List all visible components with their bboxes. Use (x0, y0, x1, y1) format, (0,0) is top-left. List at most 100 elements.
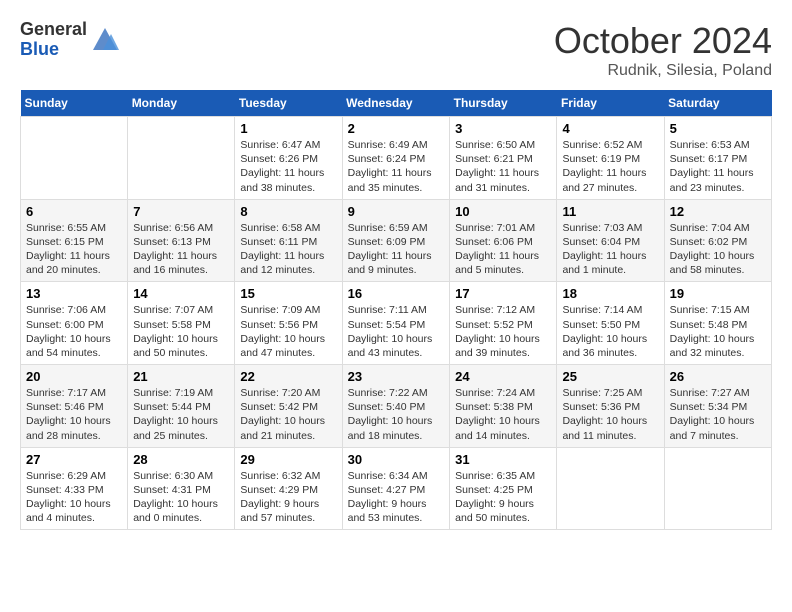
calendar-cell: 22 Sunrise: 7:20 AMSunset: 5:42 PMDayligh… (235, 365, 342, 448)
logo: General Blue (20, 20, 119, 60)
calendar-cell: 31 Sunrise: 6:35 AMSunset: 4:25 PMDayligh… (450, 447, 557, 530)
day-number: 8 (240, 204, 336, 219)
month-title: October 2024 (554, 20, 772, 62)
day-info: Sunrise: 6:50 AMSunset: 6:21 PMDaylight:… (455, 138, 551, 195)
calendar-cell (128, 117, 235, 200)
day-info: Sunrise: 7:15 AMSunset: 5:48 PMDaylight:… (670, 303, 766, 360)
calendar-cell (21, 117, 128, 200)
day-info: Sunrise: 6:30 AMSunset: 4:31 PMDaylight:… (133, 469, 229, 526)
subtitle: Rudnik, Silesia, Poland (554, 62, 772, 80)
day-number: 15 (240, 286, 336, 301)
day-number: 13 (26, 286, 122, 301)
calendar-cell: 28 Sunrise: 6:30 AMSunset: 4:31 PMDayligh… (128, 447, 235, 530)
day-number: 28 (133, 452, 229, 467)
calendar-cell: 13 Sunrise: 7:06 AMSunset: 6:00 PMDayligh… (21, 282, 128, 365)
day-info: Sunrise: 7:17 AMSunset: 5:46 PMDaylight:… (26, 386, 122, 443)
day-info: Sunrise: 6:47 AMSunset: 6:26 PMDaylight:… (240, 138, 336, 195)
day-number: 10 (455, 204, 551, 219)
calendar-cell: 15 Sunrise: 7:09 AMSunset: 5:56 PMDayligh… (235, 282, 342, 365)
calendar-cell: 3 Sunrise: 6:50 AMSunset: 6:21 PMDaylight… (450, 117, 557, 200)
day-number: 18 (562, 286, 658, 301)
day-info: Sunrise: 7:07 AMSunset: 5:58 PMDaylight:… (133, 303, 229, 360)
day-number: 29 (240, 452, 336, 467)
calendar-cell (664, 447, 771, 530)
day-info: Sunrise: 7:12 AMSunset: 5:52 PMDaylight:… (455, 303, 551, 360)
day-number: 5 (670, 121, 766, 136)
weekday-header: Thursday (450, 90, 557, 117)
day-number: 25 (562, 369, 658, 384)
day-number: 26 (670, 369, 766, 384)
calendar-cell: 17 Sunrise: 7:12 AMSunset: 5:52 PMDayligh… (450, 282, 557, 365)
calendar-cell: 27 Sunrise: 6:29 AMSunset: 4:33 PMDayligh… (21, 447, 128, 530)
day-info: Sunrise: 7:03 AMSunset: 6:04 PMDaylight:… (562, 221, 658, 278)
day-number: 20 (26, 369, 122, 384)
calendar-cell: 16 Sunrise: 7:11 AMSunset: 5:54 PMDayligh… (342, 282, 450, 365)
calendar-cell: 29 Sunrise: 6:32 AMSunset: 4:29 PMDayligh… (235, 447, 342, 530)
calendar-cell (557, 447, 664, 530)
day-info: Sunrise: 6:53 AMSunset: 6:17 PMDaylight:… (670, 138, 766, 195)
day-number: 12 (670, 204, 766, 219)
calendar-cell: 18 Sunrise: 7:14 AMSunset: 5:50 PMDayligh… (557, 282, 664, 365)
day-number: 23 (348, 369, 445, 384)
day-number: 1 (240, 121, 336, 136)
day-info: Sunrise: 6:59 AMSunset: 6:09 PMDaylight:… (348, 221, 445, 278)
day-info: Sunrise: 6:52 AMSunset: 6:19 PMDaylight:… (562, 138, 658, 195)
day-info: Sunrise: 6:32 AMSunset: 4:29 PMDaylight:… (240, 469, 336, 526)
calendar-cell: 26 Sunrise: 7:27 AMSunset: 5:34 PMDayligh… (664, 365, 771, 448)
day-number: 27 (26, 452, 122, 467)
weekday-header: Wednesday (342, 90, 450, 117)
calendar-cell: 7Sunrise: 6:56 AMSunset: 6:13 PMDaylight… (128, 199, 235, 282)
day-number: 3 (455, 121, 551, 136)
calendar-cell: 11 Sunrise: 7:03 AMSunset: 6:04 PMDayligh… (557, 199, 664, 282)
day-number: 30 (348, 452, 445, 467)
day-info: Sunrise: 6:56 AMSunset: 6:13 PMDaylight:… (133, 221, 229, 278)
logo-icon (91, 26, 119, 54)
day-number: 21 (133, 369, 229, 384)
weekday-header: Sunday (21, 90, 128, 117)
day-info: Sunrise: 6:29 AMSunset: 4:33 PMDaylight:… (26, 469, 122, 526)
weekday-header: Monday (128, 90, 235, 117)
day-number: 24 (455, 369, 551, 384)
title-block: October 2024 Rudnik, Silesia, Poland (554, 20, 772, 80)
day-number: 2 (348, 121, 445, 136)
day-info: Sunrise: 7:11 AMSunset: 5:54 PMDaylight:… (348, 303, 445, 360)
calendar-cell: 10Sunrise: 7:01 AMSunset: 6:06 PMDayligh… (450, 199, 557, 282)
calendar-cell: 12Sunrise: 7:04 AMSunset: 6:02 PMDayligh… (664, 199, 771, 282)
day-number: 9 (348, 204, 445, 219)
day-number: 19 (670, 286, 766, 301)
calendar-table: SundayMondayTuesdayWednesdayThursdayFrid… (20, 90, 772, 530)
day-number: 31 (455, 452, 551, 467)
day-number: 4 (562, 121, 658, 136)
calendar-cell: 1 Sunrise: 6:47 AMSunset: 6:26 PMDaylight… (235, 117, 342, 200)
calendar-cell: 19 Sunrise: 7:15 AMSunset: 5:48 PMDayligh… (664, 282, 771, 365)
page-header: General Blue October 2024 Rudnik, Silesi… (20, 20, 772, 80)
weekday-header: Tuesday (235, 90, 342, 117)
calendar-cell: 2 Sunrise: 6:49 AMSunset: 6:24 PMDaylight… (342, 117, 450, 200)
day-number: 11 (562, 204, 658, 219)
calendar-cell: 9 Sunrise: 6:59 AMSunset: 6:09 PMDaylight… (342, 199, 450, 282)
day-info: Sunrise: 7:06 AMSunset: 6:00 PMDaylight:… (26, 303, 122, 360)
day-info: Sunrise: 7:27 AMSunset: 5:34 PMDaylight:… (670, 386, 766, 443)
day-info: Sunrise: 6:49 AMSunset: 6:24 PMDaylight:… (348, 138, 445, 195)
day-number: 14 (133, 286, 229, 301)
logo-general: General (20, 20, 87, 40)
day-info: Sunrise: 6:35 AMSunset: 4:25 PMDaylight:… (455, 469, 551, 526)
day-info: Sunrise: 7:24 AMSunset: 5:38 PMDaylight:… (455, 386, 551, 443)
day-number: 6 (26, 204, 122, 219)
calendar-cell: 25Sunrise: 7:25 AMSunset: 5:36 PMDayligh… (557, 365, 664, 448)
calendar-cell: 30Sunrise: 6:34 AMSunset: 4:27 PMDayligh… (342, 447, 450, 530)
day-number: 22 (240, 369, 336, 384)
calendar-cell: 6 Sunrise: 6:55 AMSunset: 6:15 PMDaylight… (21, 199, 128, 282)
logo-blue: Blue (20, 40, 87, 60)
day-number: 16 (348, 286, 445, 301)
weekday-header: Saturday (664, 90, 771, 117)
day-info: Sunrise: 6:55 AMSunset: 6:15 PMDaylight:… (26, 221, 122, 278)
calendar-cell: 4 Sunrise: 6:52 AMSunset: 6:19 PMDaylight… (557, 117, 664, 200)
day-info: Sunrise: 7:09 AMSunset: 5:56 PMDaylight:… (240, 303, 336, 360)
day-info: Sunrise: 7:19 AMSunset: 5:44 PMDaylight:… (133, 386, 229, 443)
day-number: 17 (455, 286, 551, 301)
calendar-cell: 23Sunrise: 7:22 AMSunset: 5:40 PMDayligh… (342, 365, 450, 448)
day-info: Sunrise: 7:14 AMSunset: 5:50 PMDaylight:… (562, 303, 658, 360)
calendar-cell: 5 Sunrise: 6:53 AMSunset: 6:17 PMDaylight… (664, 117, 771, 200)
day-info: Sunrise: 7:20 AMSunset: 5:42 PMDaylight:… (240, 386, 336, 443)
